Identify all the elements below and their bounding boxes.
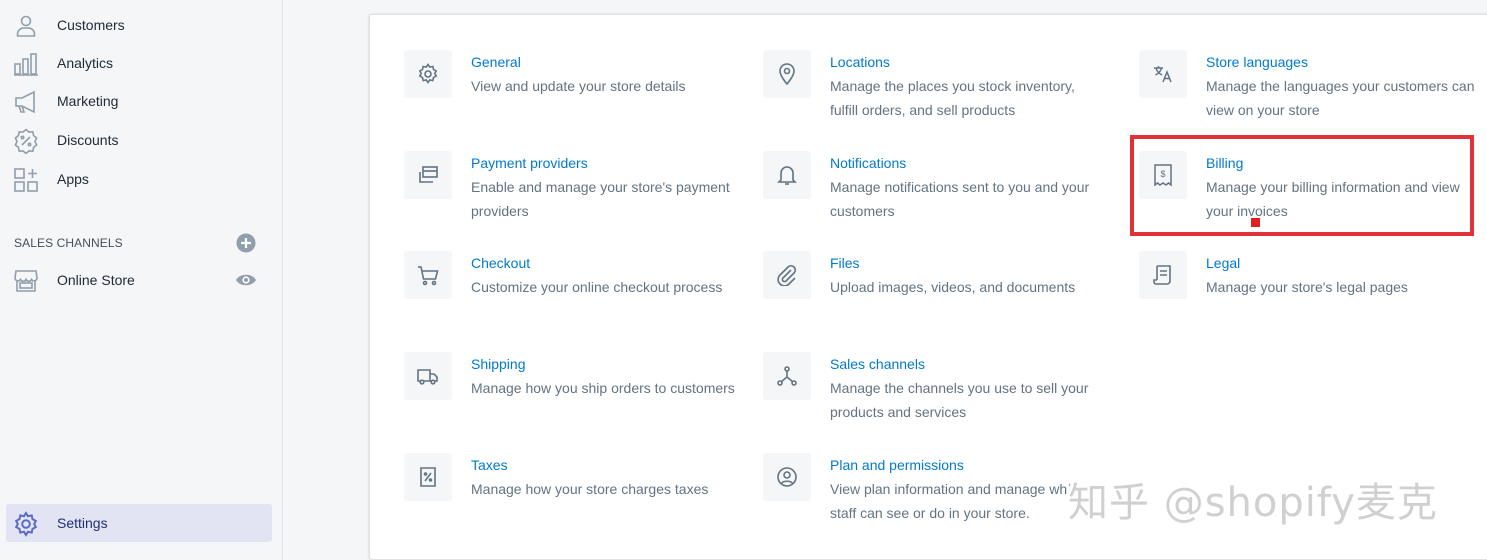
- setting-plan-and-permissions[interactable]: Plan and permissions View plan informati…: [763, 453, 1103, 543]
- setting-description: Customize your online checkout process: [471, 279, 723, 295]
- location-pin-icon: [763, 50, 811, 98]
- setting-title[interactable]: Legal: [1206, 251, 1240, 275]
- setting-description: Manage the places you stock inventory, f…: [830, 78, 1075, 118]
- setting-description: Manage the languages your customers can …: [1206, 78, 1475, 118]
- sidebar-item-online-store[interactable]: Online Store: [6, 261, 272, 299]
- setting-description: Manage how you ship orders to customers: [471, 380, 735, 396]
- analytics-icon: [12, 50, 40, 78]
- bell-icon: [763, 151, 811, 199]
- setting-notifications[interactable]: Notifications Manage notifications sent …: [763, 151, 1103, 241]
- setting-sales-channels[interactable]: Sales channels Manage the channels you u…: [763, 352, 1103, 442]
- setting-title[interactable]: General: [471, 50, 521, 74]
- setting-taxes[interactable]: Taxes Manage how your store charges taxe…: [404, 453, 744, 543]
- sidebar-item-label: Marketing: [57, 93, 119, 109]
- user-circle-icon: [763, 453, 811, 501]
- discounts-icon: [12, 127, 40, 155]
- setting-title[interactable]: Store languages: [1206, 50, 1308, 74]
- svg-text:$: $: [1160, 169, 1165, 179]
- add-sales-channel-button[interactable]: [235, 232, 257, 254]
- sidebar-item-customers[interactable]: Customers: [6, 6, 272, 44]
- cursor-marker: [1251, 218, 1260, 227]
- setting-description: Manage notifications sent to you and you…: [830, 179, 1090, 219]
- setting-billing[interactable]: $ Billing Manage your billing informatio…: [1139, 151, 1479, 241]
- setting-checkout[interactable]: Checkout Customize your online checkout …: [404, 251, 744, 341]
- truck-icon: [404, 352, 452, 400]
- setting-description: View and update your store details: [471, 78, 686, 94]
- setting-description: Upload images, videos, and documents: [830, 279, 1076, 295]
- setting-shipping[interactable]: Shipping Manage how you ship orders to c…: [404, 352, 744, 442]
- sidebar-item-label: Apps: [57, 171, 89, 187]
- tax-icon: [404, 453, 452, 501]
- setting-title[interactable]: Notifications: [830, 151, 906, 175]
- setting-description: Manage the channels you use to sell your…: [830, 380, 1089, 420]
- setting-description: Manage your store's legal pages: [1206, 279, 1408, 295]
- watermark: 知乎 @shopify麦克: [1068, 480, 1438, 526]
- setting-title[interactable]: Files: [830, 251, 860, 275]
- cart-icon: [404, 251, 452, 299]
- sales-channels-heading: SALES CHANNELS: [14, 236, 123, 250]
- setting-description: Manage how your store charges taxes: [471, 481, 709, 497]
- eye-icon: [236, 274, 256, 286]
- sidebar-item-discounts[interactable]: Discounts: [6, 121, 272, 159]
- setting-description: View plan information and manage whʿ sta…: [830, 481, 1072, 521]
- setting-payment-providers[interactable]: Payment providers Enable and manage your…: [404, 151, 744, 241]
- setting-title[interactable]: Sales channels: [830, 352, 925, 376]
- setting-title[interactable]: Shipping: [471, 352, 526, 376]
- setting-title[interactable]: Checkout: [471, 251, 530, 275]
- gear-icon: [404, 50, 452, 98]
- sidebar-item-label: Settings: [57, 515, 108, 531]
- setting-title[interactable]: Taxes: [471, 453, 508, 477]
- sidebar-item-settings[interactable]: Settings: [6, 504, 272, 542]
- store-icon: [12, 267, 40, 295]
- setting-files[interactable]: Files Upload images, videos, and documen…: [763, 251, 1103, 341]
- sidebar-item-label: Customers: [57, 17, 125, 33]
- setting-store-languages[interactable]: Store languages Manage the languages you…: [1139, 50, 1479, 140]
- setting-locations[interactable]: Locations Manage the places you stock in…: [763, 50, 1103, 140]
- sidebar-item-label: Online Store: [57, 272, 135, 288]
- settings-gear-icon: [12, 510, 40, 538]
- setting-description: Enable and manage your store's payment p…: [471, 179, 730, 219]
- sidebar: Customers Analytics Marketing Discounts …: [0, 0, 283, 560]
- sales-channels-icon: [763, 352, 811, 400]
- setting-title[interactable]: Billing: [1206, 151, 1243, 175]
- setting-title[interactable]: Plan and permissions: [830, 453, 964, 477]
- plus-circle-icon: [236, 233, 256, 253]
- sidebar-item-analytics[interactable]: Analytics: [6, 44, 272, 82]
- translate-icon: [1139, 50, 1187, 98]
- setting-description: Manage your billing information and view…: [1206, 179, 1460, 219]
- sidebar-item-label: Discounts: [57, 132, 119, 148]
- apps-icon: [12, 166, 40, 194]
- sidebar-item-label: Analytics: [57, 55, 114, 71]
- setting-title[interactable]: Locations: [830, 50, 890, 74]
- setting-legal[interactable]: Legal Manage your store's legal pages: [1139, 251, 1479, 341]
- view-online-store-button[interactable]: [235, 270, 257, 290]
- sidebar-item-apps[interactable]: Apps: [6, 160, 272, 198]
- marketing-icon: [12, 88, 40, 116]
- setting-title[interactable]: Payment providers: [471, 151, 588, 175]
- legal-icon: [1139, 251, 1187, 299]
- payment-icon: [404, 151, 452, 199]
- sidebar-item-marketing[interactable]: Marketing: [6, 82, 272, 120]
- paperclip-icon: [763, 251, 811, 299]
- setting-general[interactable]: General View and update your store detai…: [404, 50, 744, 140]
- billing-icon: $: [1139, 151, 1187, 199]
- customers-icon: [12, 12, 40, 40]
